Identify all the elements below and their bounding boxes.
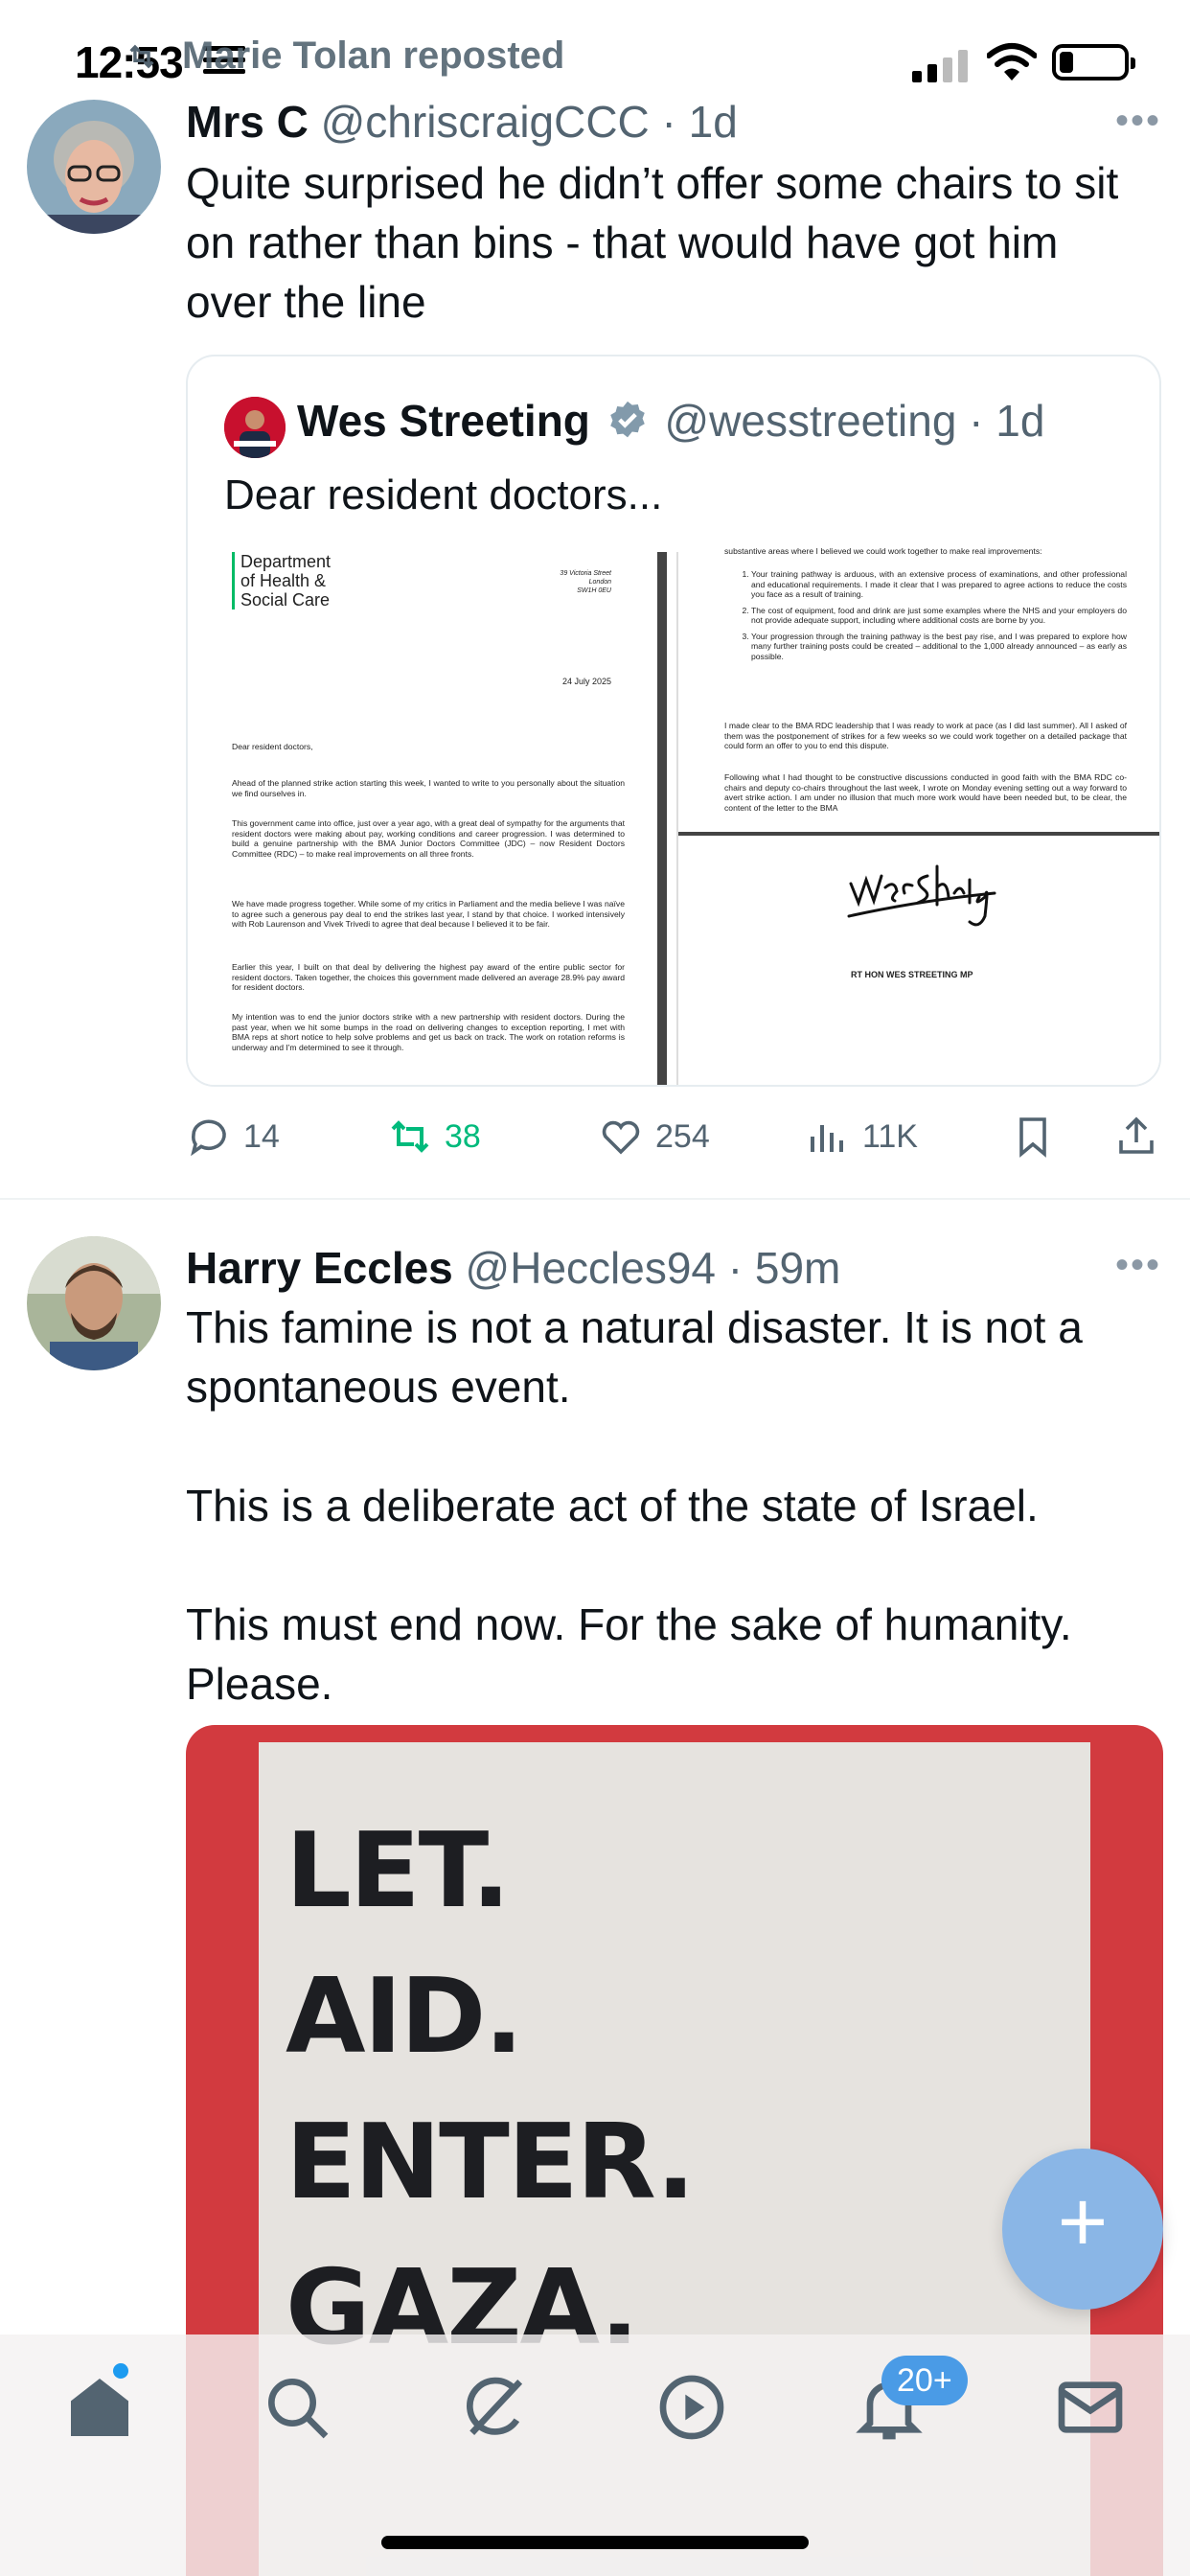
more-options-icon[interactable]: •••: [1115, 100, 1161, 143]
home-indicator[interactable]: [381, 2536, 809, 2549]
letter-paragraph: I made clear to the BMA RDC leadership t…: [724, 721, 1127, 750]
quoted-author-name[interactable]: Wes Streeting: [297, 396, 590, 446]
quoted-text: Dear resident doctors...: [224, 472, 663, 518]
letter-paragraph: Following what I had thought to be const…: [724, 772, 1127, 813]
share-icon: [1119, 1116, 1154, 1154]
letter-paragraph: substantive areas where I believed we co…: [724, 546, 1042, 556]
letter-paragraph: Ahead of the planned strike action start…: [232, 778, 625, 798]
tab-grok[interactable]: [456, 2369, 533, 2446]
quoted-avatar[interactable]: [224, 397, 286, 458]
bookmark-button[interactable]: [1010, 1110, 1067, 1163]
repost-count: 38: [445, 1117, 481, 1155]
tweet-text: This famine is not a natural disaster. I…: [186, 1302, 1083, 1709]
letter-page-2[interactable]: substantive areas where I believed we co…: [676, 546, 1159, 1085]
signature-block: RT HON WES STREETING MP: [678, 832, 1159, 1085]
repost-button[interactable]: 38: [387, 1110, 481, 1163]
compose-icon: +: [1057, 2174, 1109, 2270]
grok-icon: [467, 2377, 523, 2435]
quoted-author-handle[interactable]: @wesstreeting · 1d: [664, 396, 1044, 446]
notifications-badge: 20+: [881, 2356, 968, 2405]
author-name[interactable]: Mrs C: [186, 97, 309, 147]
tab-video[interactable]: [653, 2369, 730, 2446]
letter-address: 39 Victoria Street London SW1H 0EU: [560, 570, 611, 594]
letter-paragraph: My intention was to end the junior docto…: [232, 1012, 625, 1052]
like-button[interactable]: 254: [598, 1110, 710, 1163]
tab-home[interactable]: [61, 2369, 138, 2446]
avatar[interactable]: [27, 100, 161, 234]
letter-list-item: Your progression through the training pa…: [751, 632, 1127, 662]
compose-button[interactable]: +: [1002, 2149, 1163, 2310]
like-icon: [602, 1120, 640, 1155]
letter-paragraph: We have made progress together. While so…: [232, 899, 625, 929]
home-unread-dot: [113, 2363, 128, 2379]
handwritten-signature: [847, 864, 996, 927]
poster-line: LET.: [286, 1811, 511, 1931]
letter-date: 24 July 2025: [561, 677, 611, 686]
views-count: 11K: [862, 1117, 918, 1155]
letter-greeting: Dear resident doctors,: [232, 742, 313, 751]
views-button[interactable]: 11K: [805, 1110, 918, 1163]
home-icon: [71, 2379, 128, 2436]
tab-search[interactable]: [259, 2369, 335, 2446]
letter-list: Your training pathway is arduous, with a…: [724, 569, 1127, 667]
views-icon: [811, 1125, 843, 1152]
reply-icon: [191, 1119, 226, 1157]
author-name[interactable]: Harry Eccles: [186, 1243, 453, 1293]
tab-messages[interactable]: [1052, 2369, 1129, 2446]
letter-page-1[interactable]: Department of Health & Social Care 39 Vi…: [188, 552, 667, 1085]
like-count: 254: [655, 1117, 710, 1155]
signature-name: RT HON WES STREETING MP: [851, 970, 973, 979]
bookmark-icon: [1019, 1117, 1046, 1158]
poster-line: ENTER.: [286, 2103, 696, 2222]
quoted-header: Wes Streeting @wesstreeting · 1d: [297, 395, 1044, 447]
tweet-header: Harry Eccles @Heccles94 · 59m: [186, 1242, 840, 1294]
letter-department: Department of Health & Social Care: [232, 552, 331, 610]
tweet-actions: 14 38 254 11K: [186, 1110, 1163, 1163]
tweet-header: Mrs C @chriscraigCCC · 1d: [186, 96, 738, 148]
search-icon: [268, 2379, 329, 2439]
verified-badge-icon: [609, 401, 645, 438]
repost-icon: [391, 1120, 429, 1153]
tweet-mrs-c[interactable]: Mrs C @chriscraigCCC · 1d ••• Quite surp…: [0, 0, 1190, 1198]
author-handle[interactable]: @Heccles94 · 59m: [466, 1243, 841, 1293]
reply-button[interactable]: 14: [186, 1110, 280, 1163]
avatar[interactable]: [27, 1236, 161, 1370]
author-handle[interactable]: @chriscraigCCC · 1d: [321, 97, 738, 147]
letter-paragraph: This government came into office, just o…: [232, 818, 625, 859]
letter-paragraph: Earlier this year, I built on that deal …: [232, 962, 625, 992]
poster-line: AID.: [286, 1957, 523, 2077]
reply-count: 14: [243, 1117, 280, 1155]
quoted-tweet[interactable]: Wes Streeting @wesstreeting · 1d Dear re…: [186, 355, 1161, 1087]
messages-icon: [1058, 2381, 1123, 2433]
letter-list-item: The cost of equipment, food and drink ar…: [751, 606, 1127, 626]
tweet-text: Quite surprised he didn’t offer some cha…: [186, 158, 1132, 327]
quoted-images[interactable]: Department of Health & Social Care 39 Vi…: [188, 546, 1159, 1085]
video-icon: [659, 2375, 724, 2440]
share-button[interactable]: [1113, 1110, 1171, 1163]
more-options-icon[interactable]: •••: [1115, 1244, 1161, 1287]
letter-list-item: Your training pathway is arduous, with a…: [751, 569, 1127, 600]
